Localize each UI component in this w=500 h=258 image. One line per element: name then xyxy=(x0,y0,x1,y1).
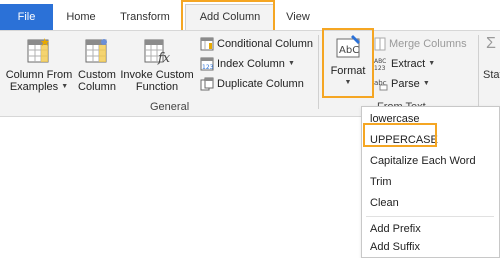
menu-item-clean[interactable]: Clean xyxy=(370,194,399,212)
menu-item-uppercase[interactable]: UPPERCASE xyxy=(370,131,438,149)
index-column-caret-icon: ▼ xyxy=(287,60,295,68)
menu-item-add-prefix[interactable]: Add Prefix xyxy=(370,220,421,238)
duplicate-column-label: Duplicate Column xyxy=(217,78,304,90)
merge-columns-label: Merge Columns xyxy=(389,38,467,50)
parse-label: Parse xyxy=(391,78,420,90)
index-column-button[interactable]: 123 Index Column ▼ xyxy=(200,55,295,73)
svg-text:ABC: ABC xyxy=(374,58,386,65)
menu-item-add-suffix[interactable]: Add Suffix xyxy=(370,238,420,256)
format-dropdown-menu: lowercase UPPERCASE Capitalize Each Word… xyxy=(361,106,500,258)
invoke-custom-function-label-line1: Invoke Custom xyxy=(120,69,194,81)
group-separator xyxy=(318,35,319,109)
tab-view[interactable]: View xyxy=(278,5,318,30)
conditional-column-button[interactable]: Conditional Column xyxy=(200,35,313,53)
invoke-custom-function-label-line2: Function xyxy=(135,81,179,93)
extract-button[interactable]: ABC 123 Extract ▼ xyxy=(374,55,435,73)
column-from-examples-caret-icon: ▼ xyxy=(61,83,69,91)
menu-item-trim[interactable]: Trim xyxy=(370,173,392,191)
menu-item-capitalize-each-word[interactable]: Capitalize Each Word xyxy=(370,152,476,170)
custom-column-label-line1: Custom xyxy=(78,69,116,81)
conditional-column-icon xyxy=(200,37,214,51)
merge-columns-icon xyxy=(374,37,386,51)
svg-text:123: 123 xyxy=(374,65,386,71)
format-caret-icon: ▼ xyxy=(344,79,352,87)
custom-column-icon xyxy=(85,39,107,63)
conditional-column-label: Conditional Column xyxy=(217,38,313,50)
custom-column-label-line2: Column xyxy=(78,81,116,93)
invoke-custom-function-button[interactable]: fx Invoke Custom Function xyxy=(120,37,194,93)
extract-caret-icon: ▼ xyxy=(428,60,436,68)
statistics-label: Stat xyxy=(483,69,500,81)
menu-separator xyxy=(366,216,494,217)
column-from-examples-icon xyxy=(27,38,49,63)
column-from-examples-label-line1: Column From xyxy=(5,69,73,81)
ribbon-tab-bar: File Home Transform Add Column View xyxy=(0,0,500,31)
duplicate-column-button[interactable]: Duplicate Column xyxy=(200,75,304,93)
format-button[interactable]: AbC Format ▼ xyxy=(326,33,370,89)
statistics-icon[interactable]: Σ xyxy=(486,35,496,53)
parse-caret-icon: ▼ xyxy=(422,80,430,88)
tab-home[interactable]: Home xyxy=(60,5,102,30)
format-icon: AbC xyxy=(336,35,360,58)
right-group-separator xyxy=(478,35,479,109)
tab-file[interactable]: File xyxy=(0,4,53,30)
extract-icon: ABC 123 xyxy=(374,58,386,71)
svg-text:fx: fx xyxy=(157,51,171,65)
index-column-label: Index Column xyxy=(217,58,285,70)
tab-transform[interactable]: Transform xyxy=(111,5,179,30)
ribbon-panel: Column From Examples ▼ Custom Column fx xyxy=(0,30,500,117)
column-from-examples-label-line2: Examples xyxy=(9,81,59,93)
format-label: Format xyxy=(330,65,366,77)
parse-button[interactable]: abc Parse ▼ xyxy=(374,75,430,93)
duplicate-column-icon xyxy=(200,77,214,91)
column-from-examples-button[interactable]: Column From Examples ▼ xyxy=(4,37,74,93)
index-column-icon: 123 xyxy=(200,57,214,71)
svg-text:AbC: AbC xyxy=(339,45,359,56)
invoke-custom-function-icon: fx xyxy=(144,39,171,65)
custom-column-button[interactable]: Custom Column xyxy=(76,37,118,93)
menu-item-lowercase[interactable]: lowercase xyxy=(370,110,420,128)
merge-columns-button[interactable]: Merge Columns xyxy=(374,35,467,53)
group-label-general: General xyxy=(150,101,190,113)
svg-text:123: 123 xyxy=(202,64,214,71)
tab-add-column[interactable]: Add Column xyxy=(185,4,275,31)
parse-icon: abc xyxy=(374,79,388,91)
extract-label: Extract xyxy=(391,58,426,70)
